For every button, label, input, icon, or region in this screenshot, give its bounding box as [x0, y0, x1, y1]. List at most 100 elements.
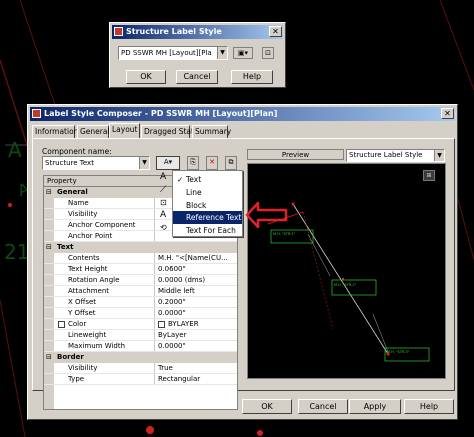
column-divider: [154, 253, 155, 263]
tab-general[interactable]: General: [77, 125, 110, 138]
menu-item-label: Reference Text: [186, 213, 242, 222]
column-divider: [154, 374, 155, 384]
property-row[interactable]: X Offset 0.2000": [44, 297, 237, 308]
property-row[interactable]: Type Rectangular: [44, 374, 237, 385]
property-value[interactable]: M.H. "<[Name(CU...: [158, 253, 228, 264]
chevron-down-icon[interactable]: ▼: [217, 47, 227, 59]
property-name: Anchor Point: [68, 232, 113, 240]
collapse-icon[interactable]: ⊟: [46, 352, 52, 363]
property-row[interactable]: Color BYLAYER: [44, 319, 237, 330]
property-name: Color: [68, 320, 87, 328]
property-section[interactable]: ⊟ Text: [44, 242, 237, 253]
bg-text-a-left: A: [8, 138, 22, 162]
column-divider: [154, 363, 155, 373]
menu-item-label: Block: [186, 201, 207, 210]
delete-component-icon[interactable]: ✕: [206, 156, 218, 170]
preview-style-value: Structure Label Style: [349, 151, 423, 159]
dialog-title: Structure Label Style: [126, 27, 222, 36]
property-value[interactable]: 0.0600": [158, 264, 186, 275]
property-section[interactable]: ⊟ Border: [44, 352, 237, 363]
component-order-icon[interactable]: ⧉: [225, 156, 237, 170]
preview-canvas[interactable]: ⊞ M.H. "STR-1" M.H. "STR-2" M.H. "STR-3": [247, 163, 446, 379]
property-value[interactable]: 0.0000": [158, 308, 186, 319]
property-value[interactable]: Rectangular: [158, 374, 200, 385]
property-value[interactable]: BYLAYER: [168, 319, 199, 330]
text-component-icon: A: [160, 172, 167, 182]
collapse-icon[interactable]: ⊟: [46, 242, 52, 253]
menu-item-reference-text[interactable]: Reference Text: [173, 211, 242, 224]
preview-style-combo[interactable]: Structure Label Style ▼: [346, 149, 445, 162]
section-label: Text: [57, 243, 74, 251]
column-divider: [154, 308, 155, 318]
column-divider: [154, 231, 155, 241]
property-value[interactable]: ByLayer: [158, 330, 186, 341]
property-value[interactable]: True: [158, 363, 173, 374]
menu-item-text[interactable]: ✓ Text: [173, 173, 242, 186]
text-for-each-component-icon: ⟲: [160, 223, 167, 232]
property-row[interactable]: Text Height 0.0600": [44, 264, 237, 275]
column-divider: [154, 341, 155, 351]
section-label: Border: [57, 353, 84, 361]
section-label: General: [57, 188, 88, 196]
preview-label: Preview: [281, 151, 310, 159]
property-row[interactable]: Contents M.H. "<[Name(CU...: [44, 253, 237, 264]
property-value[interactable]: 0.0000": [158, 341, 186, 352]
chevron-down-icon[interactable]: ▼: [434, 150, 444, 161]
bg-text-21: 21: [4, 240, 30, 264]
cancel-button[interactable]: Cancel: [176, 70, 218, 84]
property-row[interactable]: Y Offset 0.0000": [44, 308, 237, 319]
copy-component-icon[interactable]: ⎘: [187, 156, 199, 170]
close-icon[interactable]: ✕: [441, 108, 454, 119]
app-icon: [114, 27, 123, 36]
tab-summary[interactable]: Summary: [192, 125, 231, 138]
preview-zoom-icon[interactable]: ⊡: [262, 47, 274, 59]
property-name: Maximum Width: [68, 342, 126, 350]
edit-style-icon[interactable]: ▣▾: [233, 47, 253, 59]
add-component-icon[interactable]: A▾: [156, 156, 180, 170]
property-name: Y Offset: [68, 309, 96, 317]
property-name: Type: [68, 375, 85, 383]
property-name: Anchor Component: [68, 221, 136, 229]
close-icon[interactable]: ✕: [269, 26, 282, 37]
property-row[interactable]: Attachment Middle left: [44, 286, 237, 297]
property-row[interactable]: Rotation Angle 0.0000 (dms): [44, 275, 237, 286]
color-swatch-icon: [158, 321, 165, 328]
check-icon: ✓: [177, 175, 184, 184]
ok-button[interactable]: OK: [126, 70, 166, 84]
chevron-down-icon[interactable]: ▼: [139, 157, 149, 169]
tab-information[interactable]: Information: [32, 125, 78, 138]
tab-dragged-state[interactable]: Dragged State: [141, 125, 199, 138]
property-name: Contents: [68, 254, 100, 262]
menu-item-text-for-each[interactable]: Text For Each: [173, 224, 242, 237]
help-button[interactable]: Help: [231, 70, 273, 84]
property-header-label: Property: [47, 177, 77, 185]
help-button[interactable]: Help: [404, 399, 454, 414]
apply-button[interactable]: Apply: [349, 399, 401, 414]
property-name: Visibility: [68, 210, 98, 218]
column-divider: [154, 220, 155, 230]
property-name: X Offset: [68, 298, 97, 306]
column-divider: [154, 297, 155, 307]
collapse-icon[interactable]: ⊟: [46, 187, 52, 198]
block-component-icon: ⊡: [160, 198, 167, 207]
add-component-menu: ✓ Text Line Block Reference Text Text Fo…: [172, 170, 243, 237]
tab-layout[interactable]: Layout: [109, 123, 140, 138]
component-name-combo[interactable]: Structure Text ▼: [42, 156, 150, 170]
property-name: Text Height: [68, 265, 108, 273]
column-divider: [154, 264, 155, 274]
property-value[interactable]: 0.2000": [158, 297, 186, 308]
ok-button[interactable]: OK: [242, 399, 292, 414]
property-row[interactable]: Lineweight ByLayer: [44, 330, 237, 341]
property-value[interactable]: Middle left: [158, 286, 195, 297]
column-divider: [154, 286, 155, 296]
cancel-button[interactable]: Cancel: [298, 399, 348, 414]
preview-header: Preview: [247, 149, 344, 160]
property-row[interactable]: Maximum Width 0.0000": [44, 341, 237, 352]
menu-item-label: Text For Each: [186, 226, 236, 235]
property-value[interactable]: 0.0000 (dms): [158, 275, 205, 286]
property-row[interactable]: Visibility True: [44, 363, 237, 374]
style-select-combo[interactable]: PD SSWR MH [Layout][Pla ▼: [118, 46, 228, 60]
color-swatch-icon: [58, 321, 65, 328]
column-divider: [154, 198, 155, 208]
menu-item-line[interactable]: Line: [173, 186, 242, 199]
